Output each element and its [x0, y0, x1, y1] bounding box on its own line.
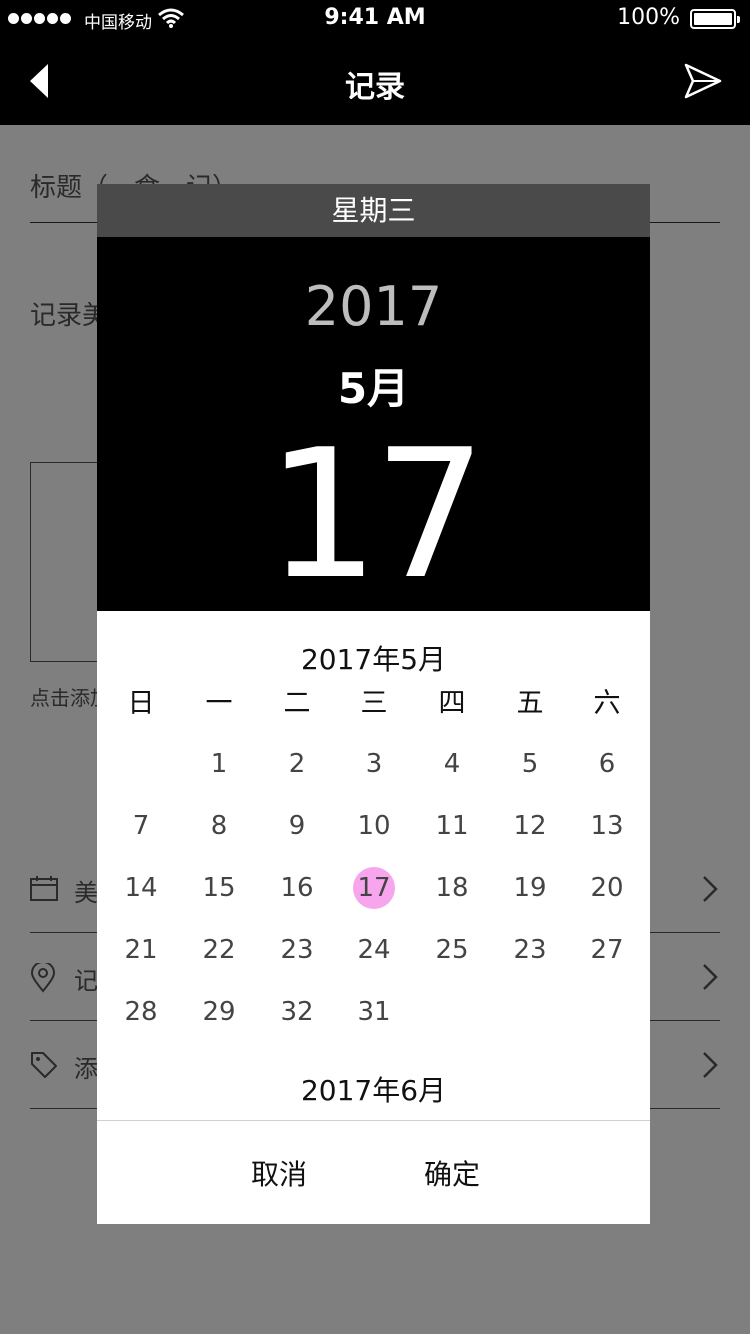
- current-month-title: 2017年5月: [300, 643, 447, 676]
- calendar-day[interactable]: 27: [577, 928, 637, 972]
- calendar-day[interactable]: 5: [500, 742, 560, 786]
- selected-weekday: 星期三: [97, 184, 650, 237]
- cancel-button[interactable]: 取消: [251, 1153, 307, 1193]
- selected-day: 17: [266, 411, 487, 618]
- calendar-day[interactable]: 24: [344, 928, 404, 972]
- battery-icon: [690, 9, 740, 29]
- weekday-header: 一: [205, 688, 233, 719]
- confirm-button[interactable]: 确定: [424, 1153, 480, 1193]
- weekday-header: 五: [516, 688, 544, 719]
- calendar-day[interactable]: 7: [111, 804, 171, 848]
- calendar-day[interactable]: 23: [267, 928, 327, 972]
- calendar-day[interactable]: 10: [344, 804, 404, 848]
- calendar-day[interactable]: 29: [189, 990, 249, 1034]
- calendar-day[interactable]: 11: [422, 804, 482, 848]
- calendar-day[interactable]: 1: [189, 742, 249, 786]
- page-title: 记录: [345, 70, 405, 105]
- calendar-day[interactable]: 18: [422, 866, 482, 910]
- next-month-title: 2017年6月: [300, 1074, 447, 1107]
- calendar-day[interactable]: 22: [189, 928, 249, 972]
- calendar-day[interactable]: 9: [267, 804, 327, 848]
- selected-year[interactable]: 2017: [97, 275, 650, 338]
- calendar-day[interactable]: 15: [189, 866, 249, 910]
- weekday-header: 二: [283, 688, 311, 719]
- calendar-day[interactable]: 20: [577, 866, 637, 910]
- selected-month: 5月: [337, 364, 410, 413]
- calendar-day[interactable]: 4: [422, 742, 482, 786]
- calendar-day[interactable]: 13: [577, 804, 637, 848]
- calendar-day[interactable]: 6: [577, 742, 637, 786]
- selected-date-header: 2017 5月 17: [97, 237, 650, 615]
- weekday-header: 四: [438, 688, 466, 719]
- status-bar: 中国移动 9:41 AM 100%: [0, 0, 750, 38]
- calendar-day[interactable]: 14: [111, 866, 171, 910]
- calendar-day[interactable]: 23: [500, 928, 560, 972]
- nav-bar: 记录: [0, 38, 750, 125]
- calendar-day[interactable]: 25: [422, 928, 482, 972]
- calendar-day[interactable]: 19: [500, 866, 560, 910]
- calendar-day[interactable]: 8: [189, 804, 249, 848]
- date-picker-dialog: 星期三 2017 5月 17 2017年5月 日一二三四五六1234567891…: [97, 184, 650, 1224]
- calendar-day[interactable]: 12: [500, 804, 560, 848]
- dialog-actions: 取消 确定: [97, 1120, 650, 1224]
- battery-percentage: 100%: [617, 5, 680, 30]
- calendar-day[interactable]: 2: [267, 742, 327, 786]
- calendar-day[interactable]: 21: [111, 928, 171, 972]
- calendar-day[interactable]: 32: [267, 990, 327, 1034]
- send-icon[interactable]: [684, 62, 722, 100]
- calendar-day[interactable]: 28: [111, 990, 171, 1034]
- calendar-day[interactable]: 16: [267, 866, 327, 910]
- weekday-header: 三: [360, 688, 388, 719]
- calendar-day[interactable]: 31: [344, 990, 404, 1034]
- weekday-header: 六: [593, 688, 621, 719]
- weekday-header: 日: [127, 688, 155, 719]
- calendar-day-selected[interactable]: 17: [344, 866, 404, 910]
- calendar-day[interactable]: 3: [344, 742, 404, 786]
